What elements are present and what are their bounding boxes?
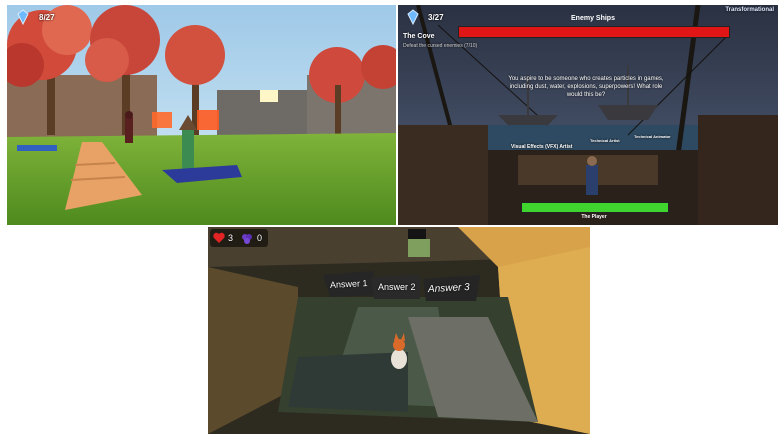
diamond-icon [17,9,29,25]
hearts-count: 3 [228,233,234,243]
player-character [125,117,133,143]
pirate-enemy [586,165,598,195]
player-bar-label: The Player [581,214,607,220]
garden-screenshot: 8/27 [7,5,396,225]
player-health-fill [522,203,668,212]
answer-option-3[interactable]: Technical Animator [634,134,671,139]
heart-icon [213,232,225,243]
corner-title: Transformational [725,7,774,13]
grapes-count: 0 [257,233,263,243]
player-health-bar [521,202,669,213]
answer-label-3[interactable]: Answer 3 [428,282,470,295]
ship-screenshot: 3/27 The Cove Defeat the cursed enemies … [398,5,778,225]
quiz-question: You aspire to be someone who creates par… [508,76,664,98]
objective-text: Defeat the cursed enemies (7/10) [403,43,478,49]
answer-label-1[interactable]: Answer 1 [330,278,368,290]
answer-option-1[interactable]: Visual Effects (VFX) Artist [511,144,572,150]
enemy-health-bar [458,26,730,38]
level-title: The Cove [403,33,435,40]
enemy-bar-label: Enemy Ships [571,15,615,22]
diamond-icon [407,9,419,25]
gem-counter: 8/27 [39,13,55,22]
grapes-icon [242,234,252,244]
answer-option-2[interactable]: Technical Artist [590,138,620,143]
enemy-health-fill [459,27,729,37]
answer-label-2[interactable]: Answer 2 [378,282,416,292]
gem-counter: 3/27 [428,13,444,22]
maze-screenshot: 3 0 Answer 1 Answer 2 Answer 3 [208,227,590,434]
